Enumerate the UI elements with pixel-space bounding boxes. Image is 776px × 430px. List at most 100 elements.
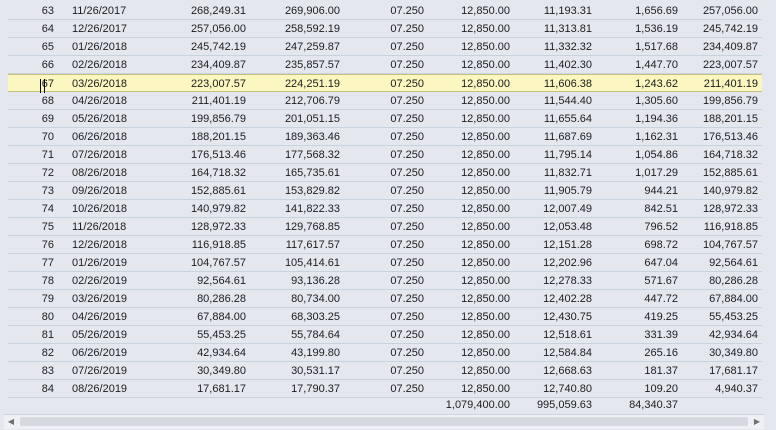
payment-date-cell: 05/26/2019 [72, 329, 128, 341]
beginning-balance-cell: 55,453.25 [197, 329, 246, 341]
interest-amount-cell: 698.72 [644, 239, 678, 251]
ending-balance-cell: 223,007.57 [702, 59, 758, 71]
table-row[interactable]: 82 06/26/2019 42,934.64 43,199.80 07.250 12,8… [8, 344, 762, 362]
payment-number-cell: 65 [41, 41, 54, 53]
beginning-balance-cell: 199,856.79 [190, 113, 246, 125]
beginning-balance-cell: 152,885.61 [190, 185, 246, 197]
payment-amount-cell: 12,850.00 [461, 311, 510, 323]
interest-rate-cell: 07.250 [390, 23, 424, 35]
ending-balance-cell: 80,286.28 [709, 275, 758, 287]
balance-with-interest-cell: 80,734.00 [291, 293, 340, 305]
interest-rate-cell: 07.250 [390, 239, 424, 251]
principal-amount-cell: 12,007.49 [543, 203, 592, 215]
principal-amount-cell: 12,430.75 [543, 311, 592, 323]
interest-amount-cell: 1,517.68 [635, 41, 678, 53]
interest-amount-cell: 842.51 [644, 203, 678, 215]
table-row[interactable]: 74 10/26/2018 140,979.82 141,822.33 07.250 12… [8, 200, 762, 218]
table-row[interactable]: 79 03/26/2019 80,286.28 80,734.00 07.250 12,8… [8, 290, 762, 308]
ending-balance-cell: 176,513.46 [702, 131, 758, 143]
payment-amount-cell: 12,850.00 [461, 78, 510, 90]
beginning-balance-cell: 176,513.46 [190, 149, 246, 161]
interest-rate-cell: 07.250 [390, 293, 424, 305]
payment-amount-cell: 12,850.00 [461, 239, 510, 251]
payment-date-cell: 06/26/2019 [72, 347, 128, 359]
payment-amount-cell: 12,850.00 [461, 167, 510, 179]
arrow-right-icon[interactable]: ▶ [750, 415, 764, 429]
payment-number-cell: 75 [41, 221, 54, 233]
principal-amount-cell: 12,053.48 [543, 221, 592, 233]
ending-balance-cell: 55,453.25 [709, 311, 758, 323]
payment-amount-cell: 12,850.00 [461, 221, 510, 233]
interest-amount-cell: 1,656.69 [635, 5, 678, 17]
payment-date-cell: 03/26/2018 [72, 78, 128, 90]
principal-amount-cell: 11,606.38 [543, 78, 592, 90]
payment-date-cell: 07/26/2018 [72, 149, 128, 161]
table-row[interactable]: 75 11/26/2018 128,972.33 129,768.85 07.250 12… [8, 218, 762, 236]
principal-amount-cell: 12,202.96 [543, 257, 592, 269]
interest-rate-cell: 07.250 [390, 59, 424, 71]
table-row[interactable]: 77 01/26/2019 104,767.57 105,414.61 07.250 12… [8, 254, 762, 272]
table-row[interactable]: 72 08/26/2018 164,718.32 165,735.61 07.250 12… [8, 164, 762, 182]
table-row[interactable]: 84 08/26/2019 17,681.17 17,790.37 07.250 12,8… [8, 380, 762, 398]
table-row[interactable]: 71 07/26/2018 176,513.46 177,568.32 07.250 12… [8, 146, 762, 164]
table-row[interactable]: 81 05/26/2019 55,453.25 55,784.64 07.250 12,8… [8, 326, 762, 344]
payment-amount-cell: 12,850.00 [461, 131, 510, 143]
payment-number-cell: 70 [41, 131, 54, 143]
ending-balance-cell: 116,918.85 [703, 221, 758, 233]
payment-amount-cell: 12,850.00 [461, 23, 510, 35]
payment-number-cell: 81 [41, 329, 54, 341]
ending-balance-cell: 234,409.87 [702, 41, 758, 53]
interest-rate-cell: 07.250 [390, 203, 424, 215]
ending-balance-cell: 30,349.80 [709, 347, 758, 359]
interest-amount-cell: 1,243.62 [635, 78, 678, 90]
principal-amount-cell: 11,193.31 [543, 5, 592, 17]
horizontal-scrollbar[interactable]: ◀ ▶ [4, 414, 764, 429]
ending-balance-cell: 104,767.57 [702, 239, 758, 251]
payment-number-cell: 84 [41, 383, 54, 395]
table-row[interactable]: 65 01/26/2018 245,742.19 247,259.87 07.250 12… [8, 38, 762, 56]
interest-amount-cell: 1,536.19 [635, 23, 678, 35]
principal-amount-cell: 11,655.64 [543, 113, 592, 125]
balance-with-interest-cell: 258,592.19 [284, 23, 340, 35]
table-row[interactable]: 66 02/26/2018 234,409.87 235,857.57 07.250 12… [8, 56, 762, 74]
amortization-table: 63 11/26/2017 268,249.31 269,906.00 07.250 12… [8, 2, 762, 398]
beginning-balance-cell: 257,056.00 [190, 23, 246, 35]
beginning-balance-cell: 164,718.32 [190, 167, 246, 179]
payment-number-cell: 69 [41, 113, 54, 125]
table-row[interactable]: 80 04/26/2019 67,884.00 68,303.25 07.250 12,8… [8, 308, 762, 326]
interest-amount-cell: 1,054.86 [635, 149, 678, 161]
scrollbar-track[interactable] [20, 417, 748, 426]
table-row[interactable]: 70 06/26/2018 188,201.15 189,363.46 07.250 12… [8, 128, 762, 146]
table-row[interactable]: 69 05/26/2018 199,856.79 201,051.15 07.250 12… [8, 110, 762, 128]
table-row[interactable]: 73 09/26/2018 152,885.61 153,829.82 07.250 12… [8, 182, 762, 200]
payment-date-cell: 04/26/2018 [72, 95, 128, 107]
total-interest: 84,340.37 [629, 399, 678, 411]
payment-date-cell: 01/26/2018 [72, 41, 128, 53]
principal-amount-cell: 11,313.81 [543, 23, 592, 35]
principal-amount-cell: 11,544.40 [543, 95, 592, 107]
beginning-balance-cell: 211,401.19 [191, 95, 246, 107]
table-row[interactable]: 64 12/26/2017 257,056.00 258,592.19 07.250 12… [8, 20, 762, 38]
table-row[interactable]: 78 02/26/2019 92,564.61 93,136.28 07.250 12,8… [8, 272, 762, 290]
payment-date-cell: 06/26/2018 [72, 131, 128, 143]
payment-number-cell: 63 [41, 5, 54, 17]
ending-balance-cell: 140,979.82 [702, 185, 758, 197]
payment-date-cell: 12/26/2018 [72, 239, 128, 251]
table-row[interactable]: 83 07/26/2019 30,349.80 30,531.17 07.250 12,8… [8, 362, 762, 380]
interest-amount-cell: 109.20 [644, 383, 678, 395]
table-row[interactable]: 63 11/26/2017 268,249.31 269,906.00 07.250 12… [8, 2, 762, 20]
table-row[interactable]: 76 12/26/2018 116,918.85 117,617.57 07.250 12… [8, 236, 762, 254]
interest-rate-cell: 07.250 [390, 113, 424, 125]
ending-balance-cell: 67,884.00 [709, 293, 758, 305]
balance-with-interest-cell: 30,531.17 [291, 365, 340, 377]
beginning-balance-cell: 188,201.15 [190, 131, 246, 143]
table-row[interactable]: 68 04/26/2018 211,401.19 212,706.79 07.250 12… [8, 92, 762, 110]
payment-number-cell: 83 [41, 365, 54, 377]
principal-amount-cell: 11,687.69 [543, 131, 592, 143]
table-row[interactable]: 67 03/26/2018 223,007.57 224,251.19 07.250 12… [8, 74, 762, 92]
payment-number-cell: 73 [41, 185, 54, 197]
balance-with-interest-cell: 235,857.57 [284, 59, 340, 71]
payment-date-cell: 03/26/2019 [72, 293, 128, 305]
payment-date-cell: 04/26/2019 [72, 311, 128, 323]
arrow-left-icon[interactable]: ◀ [4, 415, 18, 429]
